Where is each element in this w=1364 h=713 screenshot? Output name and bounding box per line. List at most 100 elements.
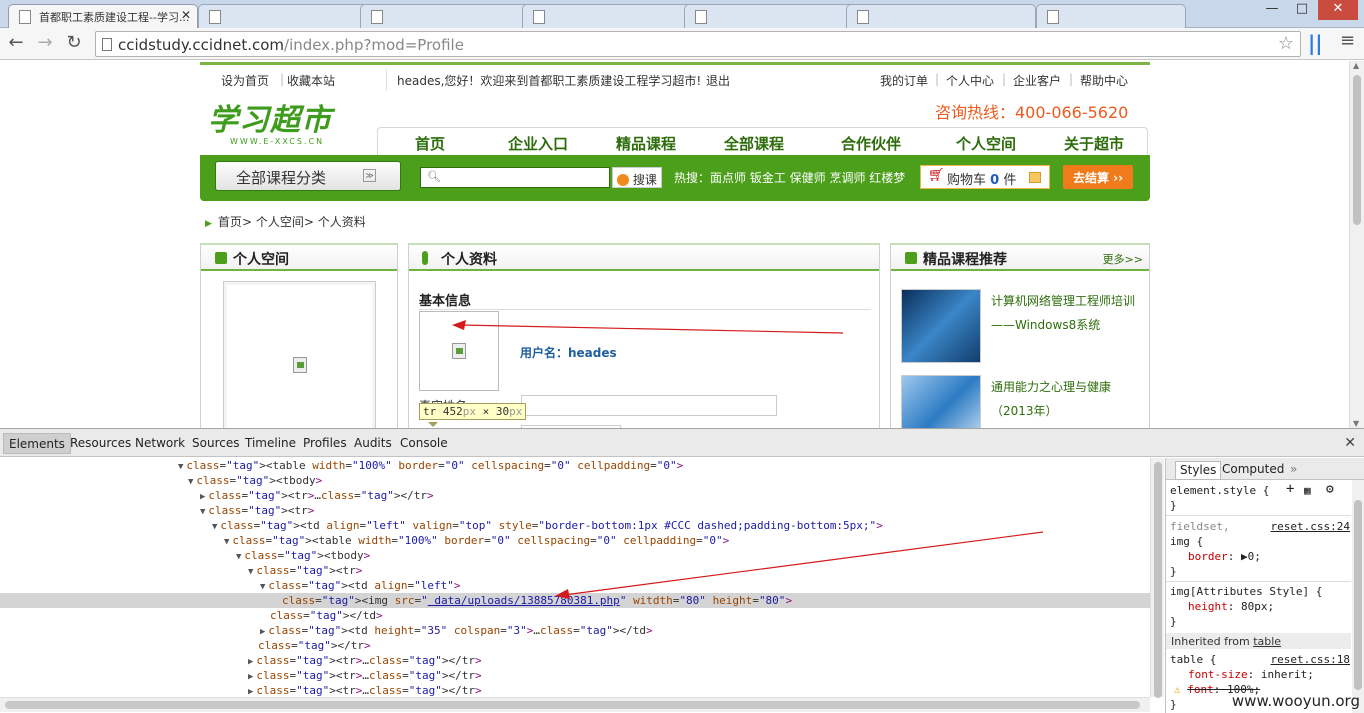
expand-triangle-icon[interactable]: ▶	[248, 687, 253, 697]
tab-console[interactable]: Console	[400, 436, 448, 450]
nav-partners[interactable]: 合作伙伴	[841, 133, 901, 154]
browser-tab-active[interactable]: 首都职工素质建设工程--学习... ✕	[8, 4, 198, 28]
nav-premium-courses[interactable]: 精品课程	[616, 133, 676, 154]
rule-declaration[interactable]: height: 80px;	[1170, 599, 1350, 614]
nav-enterprise[interactable]: 企业入口	[508, 133, 568, 154]
course-title[interactable]: 通用能力之心理与健康（2013年）	[991, 375, 1151, 423]
course-title[interactable]: 计算机网络管理工程师培训——Windows8系统	[991, 289, 1151, 337]
my-orders-link[interactable]: 我的订单	[880, 72, 928, 89]
window-close-button[interactable]: ✕	[1318, 0, 1358, 20]
cart-dropdown-icon[interactable]	[1029, 172, 1041, 183]
address-bar[interactable]: ccidstudy.ccidnet.com/index.php?mod=Prof…	[95, 31, 1301, 57]
dom-node-selected[interactable]: class="tag"><img src=" data/uploads/1388…	[0, 593, 1150, 608]
devtools-close-icon[interactable]: ✕	[1344, 435, 1356, 451]
dom-node[interactable]: ▼class="tag"><td align="left" valign="to…	[0, 518, 1150, 533]
dom-node[interactable]: class="tag"></tr>	[0, 638, 1150, 653]
dom-node[interactable]: ▶class="tag"><tr>…class="tag"></tr>	[0, 668, 1150, 683]
personal-center-link[interactable]: 个人中心	[946, 72, 994, 89]
rule-source-link[interactable]: reset.css:24	[1271, 519, 1350, 534]
rule-declaration[interactable]: font-size: inherit;	[1170, 667, 1350, 682]
scrollbar-thumb[interactable]	[1154, 462, 1162, 698]
collapse-triangle-icon[interactable]: ▼	[212, 522, 217, 532]
tab-timeline[interactable]: Timeline	[245, 436, 296, 450]
collapse-triangle-icon[interactable]: ▼	[188, 477, 193, 487]
collapse-triangle-icon[interactable]: ▼	[260, 582, 265, 592]
hot-search[interactable]: 热搜：面点师 钣金工 保健师 烹调师 红楼梦	[674, 169, 905, 186]
rule-declaration[interactable]: border: ▶0;	[1170, 549, 1350, 564]
scrollbar-thumb[interactable]	[1353, 75, 1361, 225]
course-thumbnail[interactable]	[901, 289, 981, 363]
styles-scrollbar[interactable]	[1352, 480, 1364, 713]
help-center-link[interactable]: 帮助中心	[1080, 72, 1128, 89]
scroll-down-icon[interactable]: ▼	[1353, 419, 1359, 428]
browser-tab[interactable]	[684, 4, 854, 28]
tab-profiles[interactable]: Profiles	[303, 436, 347, 450]
reload-icon[interactable]: ↻	[63, 32, 85, 53]
more-link[interactable]: 更多>>	[1103, 251, 1143, 267]
breadcrumb-home[interactable]: 首页	[218, 215, 242, 229]
bookmark-star-icon[interactable]: ☆	[1278, 33, 1294, 54]
logout-link[interactable]: 退出	[706, 72, 730, 89]
expand-triangle-icon[interactable]: ▶	[260, 627, 265, 637]
tab-audits[interactable]: Audits	[354, 436, 392, 450]
collapse-triangle-icon[interactable]: ▼	[200, 507, 205, 517]
tab-elements[interactable]: Elements	[3, 433, 71, 454]
enterprise-client-link[interactable]: 企业客户	[1013, 72, 1061, 89]
dom-node[interactable]: ▶class="tag"><tr>…class="tag"></tr>	[0, 488, 1150, 503]
dom-node[interactable]: ▼class="tag"><table width="100%" border=…	[0, 533, 1150, 548]
tab-sources[interactable]: Sources	[192, 436, 239, 450]
dom-node[interactable]: ▼class="tag"><table width="100%" border=…	[0, 458, 1150, 473]
expand-triangle-icon[interactable]: ▶	[200, 492, 205, 502]
site-logo[interactable]: 学习超市 WWW.E-XXCS.CN	[208, 105, 348, 153]
forward-icon[interactable]: →	[34, 32, 56, 53]
browser-tab[interactable]	[1036, 4, 1186, 28]
course-category-button[interactable]: 全部课程分类 ≫	[215, 161, 401, 191]
gear-icon[interactable]: ⚙	[1326, 482, 1334, 497]
scroll-up-icon[interactable]: ▲	[1353, 61, 1359, 70]
dom-node[interactable]: ▶class="tag"><tr>…class="tag"></tr>	[0, 683, 1150, 697]
scrollbar-thumb[interactable]	[1354, 500, 1362, 690]
element-state-icon[interactable]: ▦	[1304, 483, 1311, 498]
collapse-triangle-icon[interactable]: ▼	[224, 537, 229, 547]
cart-button[interactable]: 🛒︎ 购物车 0 件	[920, 165, 1050, 189]
tab-resources[interactable]: Resources	[70, 436, 131, 450]
collapse-triangle-icon[interactable]: ▼	[178, 462, 183, 472]
realname-field[interactable]	[521, 395, 777, 416]
page-scrollbar[interactable]: ▲ ▼	[1349, 61, 1364, 428]
dom-node[interactable]: ▼class="tag"><td align="left">	[0, 578, 1150, 593]
dom-node[interactable]: ▼class="tag"><tr>	[0, 503, 1150, 518]
minimize-button[interactable]: —	[1258, 0, 1286, 20]
checkout-button[interactable]: 去结算 ››	[1063, 165, 1133, 189]
breadcrumb-personal-space[interactable]: 个人空间	[256, 215, 304, 229]
close-tab-icon[interactable]: ✕	[181, 8, 191, 22]
dom-node[interactable]: ▶class="tag"><td height="35" colspan="3"…	[0, 623, 1150, 638]
browser-tab[interactable]	[522, 4, 692, 28]
dom-node[interactable]: ▼class="tag"><tbody>	[0, 473, 1150, 488]
tab-network[interactable]: Network	[135, 436, 185, 450]
dom-node[interactable]: ▼class="tag"><tbody>	[0, 548, 1150, 563]
collapse-triangle-icon[interactable]: ▼	[236, 552, 241, 562]
nav-home[interactable]: 首页	[415, 133, 445, 154]
expand-triangle-icon[interactable]: ▶	[248, 657, 253, 667]
rule-source-link[interactable]: reset.css:18	[1271, 652, 1350, 667]
dom-node[interactable]: ▼class="tag"><tr>	[0, 563, 1150, 578]
browser-tab[interactable]	[846, 4, 1036, 28]
add-rule-icon[interactable]: +	[1286, 482, 1294, 497]
search-button[interactable]: 搜课	[612, 167, 662, 188]
menu-icon[interactable]: ≡	[1340, 30, 1355, 51]
set-home-link[interactable]: 设为首页	[221, 72, 269, 89]
maximize-button[interactable]: □	[1288, 0, 1316, 20]
dom-node[interactable]: ▶class="tag"><tr>…class="tag"></tr>	[0, 653, 1150, 668]
browser-tab[interactable]	[198, 4, 368, 28]
search-input[interactable]: 🔍︎	[420, 167, 610, 188]
tab-computed[interactable]: Computed	[1218, 461, 1288, 478]
tab-styles[interactable]: Styles	[1175, 461, 1221, 480]
nav-all-courses[interactable]: 全部课程	[724, 133, 784, 154]
expand-triangle-icon[interactable]: ▶	[248, 672, 253, 682]
dom-tree-scrollbar[interactable]	[1150, 458, 1164, 697]
browser-tab[interactable]	[360, 4, 530, 28]
dom-tree-hscrollbar[interactable]	[0, 697, 1150, 712]
dom-node[interactable]: class="tag"></td>	[0, 608, 1150, 623]
back-icon[interactable]: ←	[5, 32, 27, 53]
extension-icon[interactable]: ||	[1308, 31, 1323, 55]
